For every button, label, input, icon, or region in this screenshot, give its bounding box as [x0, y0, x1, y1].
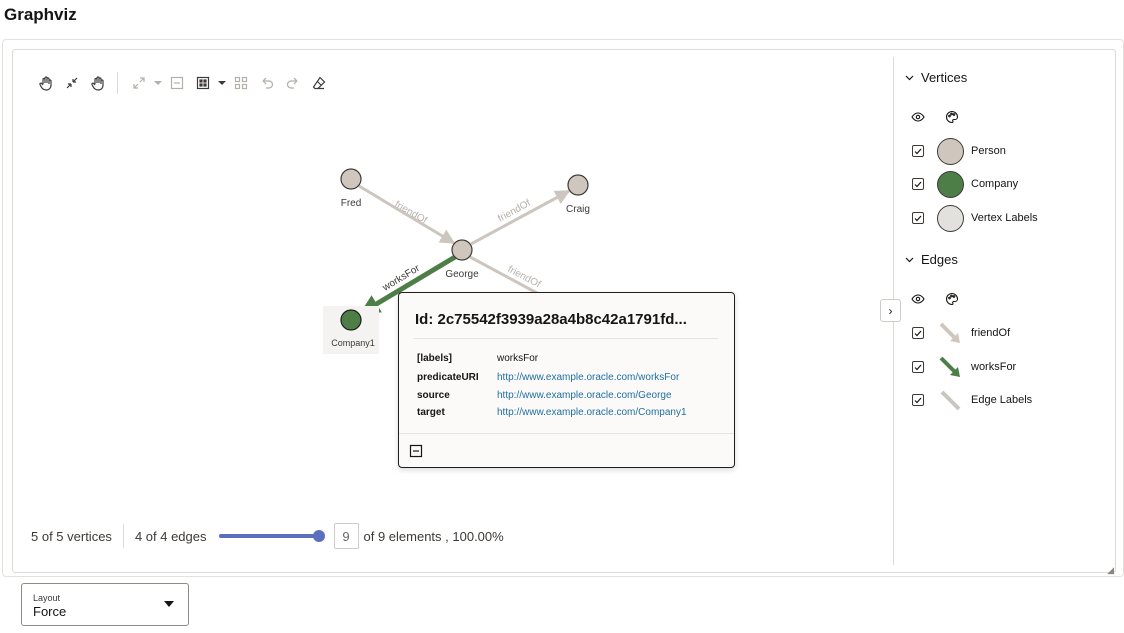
- property-row: source http://www.example.oracle.com/Geo…: [417, 390, 672, 401]
- graph-stats: 5 of 5 vertices 4 of 4 edges 9 of 9 elem…: [31, 523, 504, 549]
- fit-to-screen-icon[interactable]: [59, 72, 85, 94]
- vertex-fred[interactable]: [340, 168, 362, 190]
- property-link[interactable]: http://www.example.oracle.com/worksFor: [497, 372, 679, 383]
- page-title: Graphviz: [4, 5, 77, 24]
- legend-label: Company: [971, 178, 1019, 190]
- vertex-george[interactable]: [451, 239, 473, 261]
- friendof-edge-swatch: [939, 322, 960, 343]
- slider-thumb[interactable]: [312, 530, 325, 542]
- legend-label: Person: [971, 145, 1006, 157]
- vertices-tools: [911, 110, 979, 124]
- property-link[interactable]: http://www.example.oracle.com/Company1: [497, 407, 687, 418]
- property-key: source: [417, 390, 450, 401]
- chevron-down-icon: [905, 255, 915, 265]
- worksfor-edge-swatch: [939, 356, 960, 377]
- pan-hand-icon[interactable]: [33, 72, 59, 94]
- property-key: [labels]: [417, 353, 453, 364]
- collapse-legend-button[interactable]: ›: [880, 299, 901, 322]
- element-count-input[interactable]: 9: [333, 523, 359, 549]
- checkbox[interactable]: [912, 394, 924, 406]
- group-dropdown-icon[interactable]: [216, 72, 228, 94]
- property-row: [labels] worksFor: [417, 353, 538, 364]
- checkbox[interactable]: [912, 212, 924, 224]
- edge-count: 4 of 4 edges: [134, 528, 207, 544]
- legend-item-friendof: friendOf: [912, 319, 1010, 347]
- dropdown-caret-icon: [164, 601, 174, 607]
- vertex-craig[interactable]: [567, 174, 589, 196]
- legend-label: Vertex Labels: [971, 212, 1038, 224]
- edges-heading: Edges: [921, 252, 958, 267]
- element-count-suffix: of 9 elements , 100.00%: [363, 528, 504, 544]
- edge-labels-swatch: [940, 390, 961, 410]
- ungroup-icon[interactable]: [228, 72, 254, 94]
- legend-item-edge-labels: Edge Labels: [912, 386, 1032, 414]
- property-key: predicateURI: [417, 372, 479, 383]
- legend-item-company: Company: [912, 170, 1018, 198]
- layout-select-value: Force: [33, 604, 67, 619]
- undo-icon[interactable]: [254, 72, 280, 94]
- person-swatch: [937, 137, 964, 165]
- edges-section-header[interactable]: Edges: [905, 252, 958, 267]
- redo-icon[interactable]: [280, 72, 306, 94]
- company-swatch: [937, 170, 964, 198]
- edge-details-popup: Id: 2c75542f3939a28a4b8c42a1791fd... [la…: [398, 292, 735, 468]
- drag-hand-icon[interactable]: [85, 72, 111, 94]
- vertex-labels-swatch: [937, 204, 964, 232]
- vertex-count: 5 of 5 vertices: [31, 528, 112, 544]
- legend-item-person: Person: [912, 137, 1006, 165]
- property-row: target http://www.example.oracle.com/Com…: [417, 407, 687, 418]
- legend-label: Edge Labels: [971, 394, 1033, 406]
- stats-divider: [122, 524, 124, 548]
- chevron-right-icon: ›: [888, 303, 893, 318]
- collapse-popup-icon[interactable]: [409, 444, 423, 458]
- property-row: predicateURI http://www.example.oracle.c…: [417, 372, 679, 383]
- property-link[interactable]: http://www.example.oracle.com/George: [497, 390, 672, 401]
- checkbox[interactable]: [912, 178, 924, 190]
- chevron-down-icon: [905, 73, 915, 83]
- slider-track: [218, 534, 319, 538]
- vertices-section-header[interactable]: Vertices: [905, 70, 967, 85]
- legend-label: worksFor: [971, 361, 1017, 373]
- vertices-heading: Vertices: [921, 70, 968, 85]
- checkbox[interactable]: [912, 361, 924, 373]
- popup-footer-divider: [399, 433, 734, 434]
- legend-label: friendOf: [971, 327, 1011, 339]
- graph-toolbar: [33, 72, 332, 94]
- popup-title: Id: 2c75542f3939a28a4b8c42a1791fd...: [415, 311, 687, 328]
- popup-divider: [413, 338, 718, 339]
- element-slider[interactable]: [218, 529, 329, 543]
- collapse-icon[interactable]: [164, 72, 190, 94]
- expand-icon[interactable]: [126, 72, 152, 94]
- resize-grip-icon[interactable]: ◢: [1107, 565, 1114, 576]
- vertex-company1[interactable]: [340, 309, 362, 331]
- edges-tools: [911, 292, 979, 306]
- palette-icon[interactable]: [945, 292, 959, 306]
- layout-select[interactable]: Layout Force: [21, 583, 189, 626]
- layout-select-label: Layout: [33, 593, 61, 603]
- group-icon[interactable]: [190, 72, 216, 94]
- toolbar-divider: [117, 72, 118, 94]
- property-key: target: [417, 407, 445, 418]
- legend-item-vertex-labels: Vertex Labels: [912, 204, 1038, 232]
- legend-item-worksfor: worksFor: [912, 353, 1016, 381]
- eraser-icon[interactable]: [306, 72, 332, 94]
- palette-icon[interactable]: [945, 110, 959, 124]
- checkbox[interactable]: [912, 327, 924, 339]
- eye-icon[interactable]: [911, 110, 925, 124]
- expand-dropdown-icon[interactable]: [152, 72, 164, 94]
- checkbox[interactable]: [912, 145, 924, 157]
- eye-icon[interactable]: [911, 292, 925, 306]
- property-value: worksFor: [497, 353, 539, 364]
